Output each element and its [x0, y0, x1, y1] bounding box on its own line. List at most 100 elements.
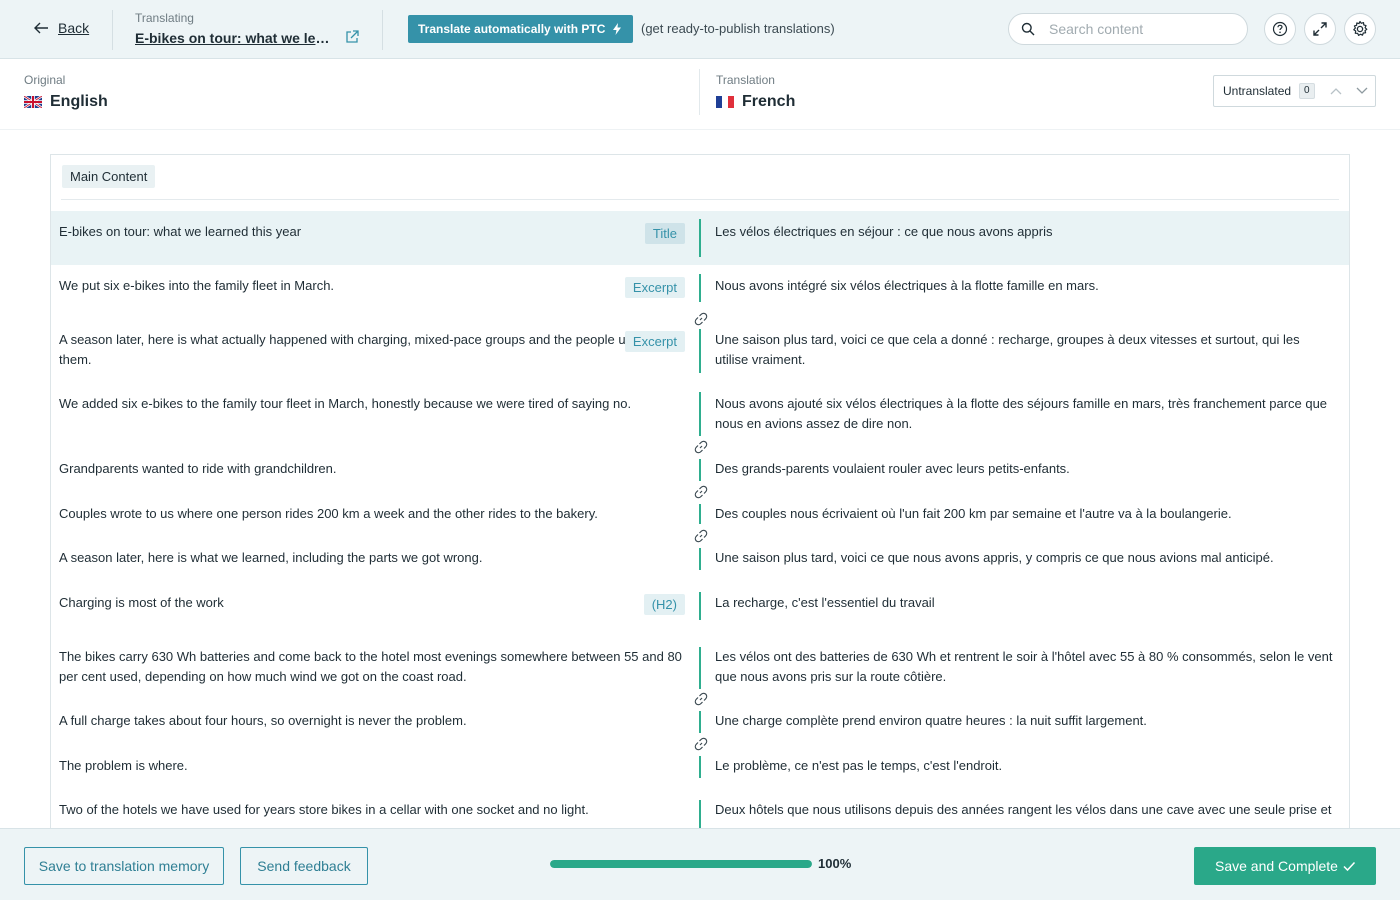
target-text[interactable]: Les vélos ont des batteries de 630 Wh et… — [715, 647, 1335, 687]
segment-status-bar — [699, 711, 701, 733]
save-and-complete-button[interactable]: Save and Complete — [1194, 847, 1376, 885]
settings-button[interactable] — [1344, 13, 1376, 45]
previous-untranslated-button[interactable] — [1323, 76, 1349, 106]
segment-status-bar — [699, 329, 701, 373]
segment-tag: Title — [644, 223, 685, 244]
segment-row[interactable]: E-bikes on tour: what we learned this ye… — [51, 211, 1349, 265]
target-text[interactable]: Nous avons intégré six vélos électriques… — [715, 276, 1335, 296]
external-link-icon[interactable] — [345, 30, 359, 44]
segment-tag: (H2) — [643, 594, 685, 615]
segment-status-bar — [699, 592, 701, 620]
source-text: E-bikes on tour: what we learned this ye… — [59, 224, 302, 239]
help-button[interactable] — [1264, 13, 1296, 45]
section-label: Main Content — [62, 165, 156, 188]
segment-row[interactable]: Charging is most of the work (H2) La rec… — [51, 586, 1349, 640]
expand-button[interactable] — [1304, 13, 1336, 45]
segment-tag: Excerpt — [624, 331, 685, 352]
source-text: The bikes carry 630 Wh batteries and com… — [59, 649, 682, 684]
chevron-down-icon — [1356, 87, 1368, 94]
filter-count-badge: 0 — [1299, 83, 1315, 99]
source-text: A season later, here is what actually ha… — [59, 332, 650, 367]
ptc-button-label: Translate automatically with PTC — [418, 22, 606, 36]
segment-status-bar — [699, 504, 701, 524]
segment-status-bar — [699, 274, 701, 302]
save-translation-memory-button[interactable]: Save to translation memory — [24, 847, 224, 885]
uk-flag-icon — [24, 96, 42, 108]
segment-row[interactable]: We added six e-bikes to the family tour … — [51, 383, 1349, 443]
target-text[interactable]: Le problème, ce n'est pas le temps, c'es… — [715, 756, 1335, 776]
segment-row[interactable]: A season later, here is what actually ha… — [51, 319, 1349, 383]
translation-language: Translation French — [716, 73, 795, 111]
segment-row[interactable]: The problem is where. Le problème, ce n'… — [51, 755, 1349, 795]
translation-caption: Translation — [716, 73, 775, 87]
original-caption: Original — [24, 73, 66, 87]
link-icon[interactable] — [693, 736, 709, 752]
link-icon[interactable] — [693, 439, 709, 455]
segment-row[interactable]: We put six e-bikes into the family fleet… — [51, 265, 1349, 315]
source-text: A season later, here is what we learned,… — [59, 550, 483, 565]
source-text: We added six e-bikes to the family tour … — [59, 396, 632, 411]
chevron-up-icon — [1330, 88, 1342, 95]
link-icon[interactable] — [693, 528, 709, 544]
expand-icon — [1313, 22, 1327, 36]
search-icon — [1021, 22, 1035, 36]
translating-caption: Translating — [135, 11, 194, 25]
untranslated-filter[interactable]: Untranslated 0 — [1213, 75, 1376, 107]
back-label: Back — [58, 20, 90, 36]
help-icon — [1272, 21, 1288, 37]
segment-status-bar — [699, 548, 701, 570]
document-title-link[interactable]: E-bikes on tour: what we learned this ye… — [135, 30, 335, 46]
next-untranslated-button[interactable] — [1349, 76, 1375, 106]
segment-status-bar — [699, 219, 701, 257]
target-text[interactable]: Les vélos électriques en séjour : ce que… — [715, 222, 1335, 242]
link-icon[interactable] — [693, 484, 709, 500]
target-text[interactable]: Nous avons ajouté six vélos électriques … — [715, 394, 1335, 434]
content-panel: Main Content E-bikes on tour: what we le… — [50, 154, 1350, 834]
search-input[interactable] — [1049, 21, 1229, 37]
target-text[interactable]: Une saison plus tard, voici ce que cela … — [715, 330, 1335, 370]
section-divider — [61, 199, 1339, 200]
source-text: Grandparents wanted to ride with grandch… — [59, 461, 337, 476]
segment-row[interactable]: A season later, here is what we learned,… — [51, 546, 1349, 586]
language-bar: Original English Translation French Untr… — [0, 59, 1400, 130]
translate-ptc-button[interactable]: Translate automatically with PTC — [408, 15, 633, 43]
segment-status-bar — [699, 459, 701, 481]
target-text[interactable]: Des couples nous écrivaient où l'un fait… — [715, 504, 1335, 524]
target-text[interactable]: La recharge, c'est l'essentiel du travai… — [715, 593, 1335, 613]
search-box — [1008, 13, 1248, 45]
segment-status-bar — [699, 756, 701, 778]
source-text: Couples wrote to us where one person rid… — [59, 506, 598, 521]
source-text: Charging is most of the work — [59, 595, 224, 610]
target-text[interactable]: Une saison plus tard, voici ce que nous … — [715, 548, 1335, 568]
bolt-icon — [601, 15, 633, 43]
save-complete-label: Save and Complete — [1215, 858, 1338, 874]
ptc-note: (get ready-to-publish translations) — [641, 21, 835, 36]
source-text: The problem is where. — [59, 758, 188, 773]
source-text: A full charge takes about four hours, so… — [59, 713, 467, 728]
progress-label: 100% — [818, 856, 852, 871]
check-icon — [1343, 861, 1356, 872]
top-bar: Back Translating E-bikes on tour: what w… — [0, 0, 1400, 59]
target-text[interactable]: Deux hôtels que nous utilisons depuis de… — [715, 800, 1335, 820]
filter-label: Untranslated — [1223, 84, 1292, 98]
bottom-bar: Save to translation memory Send feedback… — [0, 828, 1400, 900]
divider — [112, 10, 113, 50]
translation-language-name: French — [742, 93, 796, 110]
progress-fill — [550, 860, 812, 868]
segment-tag: Excerpt — [624, 277, 685, 298]
target-text[interactable]: Des grands-parents voulaient rouler avec… — [715, 459, 1335, 479]
original-language: Original English — [24, 73, 108, 111]
target-text[interactable]: Une charge complète prend environ quatre… — [715, 711, 1335, 731]
link-icon[interactable] — [693, 691, 709, 707]
source-text: We put six e-bikes into the family fleet… — [59, 278, 335, 293]
language-divider — [699, 69, 700, 115]
back-button[interactable]: Back — [32, 19, 89, 37]
gear-icon — [1353, 20, 1368, 36]
segment-status-bar — [699, 647, 701, 689]
send-feedback-button[interactable]: Send feedback — [240, 847, 368, 885]
translating-info: Translating E-bikes on tour: what we lea… — [135, 11, 335, 46]
segment-status-bar — [699, 392, 701, 436]
progress-bar — [550, 860, 812, 868]
source-text: Two of the hotels we have used for years… — [59, 802, 589, 817]
arrow-left-icon — [34, 22, 48, 34]
